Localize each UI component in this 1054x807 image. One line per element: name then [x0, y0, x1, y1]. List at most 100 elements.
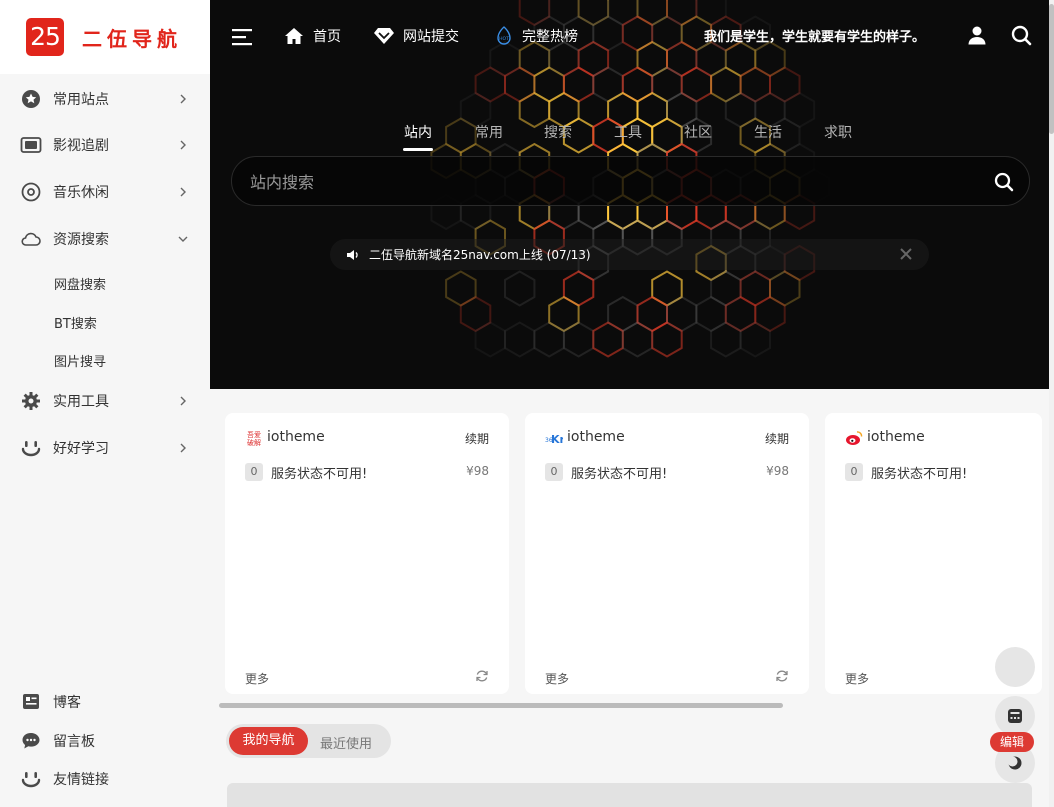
sidebar: 25 二伍导航 常用站点 影视追剧 音乐休闲 资源搜索 网盘搜索 BT搜索 图片… [0, 0, 210, 807]
sidebar-item-label: 音乐休闲 [53, 185, 109, 201]
logo[interactable]: 25 二伍导航 [0, 0, 210, 74]
close-icon[interactable] [899, 247, 913, 261]
sidebar-item-video[interactable]: 影视追剧 [0, 125, 210, 165]
sidebar-item-friend-links[interactable]: 友情链接 [0, 759, 210, 799]
svg-text:Kr: Kr [551, 433, 563, 446]
rank-number: 0 [245, 463, 263, 481]
cloud-icon [20, 228, 42, 250]
sidebar-item-blog[interactable]: 博客 [0, 682, 210, 722]
search-submit-icon[interactable] [993, 171, 1015, 193]
sidebar-item-label: 实用工具 [53, 394, 109, 410]
card-more-link[interactable]: 更多 [245, 670, 269, 687]
notice-bar: 二伍导航新域名25nav.com上线 (07/13) [330, 239, 929, 270]
nav-hot-list[interactable]: HOT 完整热榜 [495, 26, 578, 46]
hot-icon: HOT [497, 26, 511, 45]
rank-number: 0 [545, 463, 563, 481]
hexagon-decoration [710, 321, 742, 358]
refresh-icon[interactable] [475, 669, 489, 683]
search-box [231, 156, 1030, 206]
card-list-item[interactable]: 服务状态不可用! [271, 463, 367, 482]
sidebar-item-tools[interactable]: 实用工具 [0, 381, 210, 421]
search-input[interactable] [250, 169, 950, 195]
user-button[interactable] [967, 25, 996, 45]
tab-recent[interactable]: 最近使用 [320, 733, 372, 752]
nav-switch: 我的导航 最近使用 [226, 724, 391, 758]
rank-number: 0 [845, 463, 863, 481]
sidebar-item-label: 影视追剧 [53, 138, 109, 154]
card-list-item[interactable]: 服务状态不可用! [571, 463, 667, 482]
smile-icon [20, 437, 42, 459]
sidebar-item-label: 好好学习 [53, 441, 109, 457]
nav-submit-site[interactable]: 网站提交 [374, 26, 459, 46]
sidebar-item-label: 博客 [53, 695, 81, 711]
menu-icon [232, 29, 252, 46]
hot-list-card: 36 Kr iotheme 续期 0 服务状态不可用! ¥98 更多 [525, 413, 809, 694]
home-icon [285, 28, 303, 44]
hot-badge-text: HOT [499, 36, 509, 42]
gear-icon [20, 390, 42, 412]
sidebar-subitem-image[interactable]: 图片搜寻 [54, 351, 106, 370]
card-tag: 续期 [764, 432, 789, 446]
tab-life[interactable]: 生活 [754, 122, 782, 142]
card-more-link[interactable]: 更多 [545, 670, 569, 687]
sidebar-subitem-bt[interactable]: BT搜索 [54, 313, 97, 332]
nav-submit-label: 网站提交 [403, 29, 459, 45]
chevron-right-icon [180, 187, 186, 197]
tab-site[interactable]: 站内 [403, 122, 433, 151]
scrollbar-thumb[interactable] [1049, 4, 1054, 134]
tab-common[interactable]: 常用 [475, 122, 503, 142]
tab-community[interactable]: 社区 [684, 122, 712, 142]
sidebar-item-resource-search[interactable]: 资源搜索 [0, 219, 210, 259]
menu-toggle-button[interactable] [232, 28, 263, 46]
tab-tools[interactable]: 工具 [614, 122, 642, 142]
card-list-item[interactable]: 服务状态不可用! [871, 463, 967, 482]
diamond-icon [374, 28, 394, 44]
sidebar-item-common-sites[interactable]: 常用站点 [0, 79, 210, 119]
hexagon-decoration [474, 321, 506, 358]
card-source-name[interactable]: iotheme [867, 429, 925, 445]
hot-list-card: 吾爱 破解 iotheme 续期 0 服务状态不可用! ¥98 更多 [225, 413, 509, 694]
calculator-button[interactable] [995, 696, 1035, 736]
nav-content-placeholder [227, 783, 1032, 807]
sidebar-item-guestbook[interactable]: 留言板 [0, 721, 210, 761]
horizontal-scrollbar[interactable] [219, 703, 783, 708]
moon-icon [1007, 756, 1022, 770]
weibo-logo-icon [846, 431, 863, 445]
speaker-icon [347, 249, 358, 260]
star-icon [20, 88, 42, 110]
back-to-top-button[interactable] [995, 647, 1035, 687]
chevron-right-icon [180, 140, 186, 150]
blog-icon [20, 691, 42, 713]
hexagon-decoration [504, 321, 536, 358]
user-icon [968, 26, 986, 45]
refresh-icon[interactable] [775, 669, 789, 683]
nav-hot-label: 完整热榜 [522, 29, 578, 45]
chevron-right-icon [180, 94, 186, 104]
vertical-scrollbar[interactable] [1049, 0, 1054, 807]
top-nav: 首页 网站提交 HOT 完整热榜 我们是学生，学生就要有学生的样子。 [210, 0, 1049, 74]
card-source-name[interactable]: iotheme [567, 429, 625, 445]
hexagon-decoration [533, 321, 565, 358]
edit-button[interactable]: 编辑 [990, 732, 1034, 752]
hexagon-decoration [592, 321, 624, 358]
smile-icon [20, 768, 42, 790]
36kr-logo-icon: 36Kr [545, 433, 563, 446]
tab-jobs[interactable]: 求职 [824, 122, 852, 142]
sidebar-item-label: 友情链接 [53, 772, 109, 788]
sidebar-subitem-netdisk[interactable]: 网盘搜索 [54, 274, 106, 293]
sidebar-item-music[interactable]: 音乐休闲 [0, 172, 210, 212]
top-search-button[interactable] [1011, 25, 1041, 46]
notice-text[interactable]: 二伍导航新域名25nav.com上线 (07/13) [369, 246, 591, 263]
disc-icon [20, 181, 42, 203]
sidebar-item-study[interactable]: 好好学习 [0, 428, 210, 468]
chat-icon [20, 730, 42, 752]
hexagon-decoration [504, 270, 536, 307]
chevron-down-icon [178, 236, 188, 242]
hexagon-decoration [562, 321, 595, 358]
tab-my-nav[interactable]: 我的导航 [229, 727, 308, 755]
tab-search[interactable]: 搜索 [544, 122, 572, 142]
card-tag: 续期 [464, 432, 489, 446]
card-source-name[interactable]: iotheme [267, 429, 325, 445]
nav-home[interactable]: 首页 [284, 26, 341, 46]
card-more-link[interactable]: 更多 [845, 670, 869, 687]
